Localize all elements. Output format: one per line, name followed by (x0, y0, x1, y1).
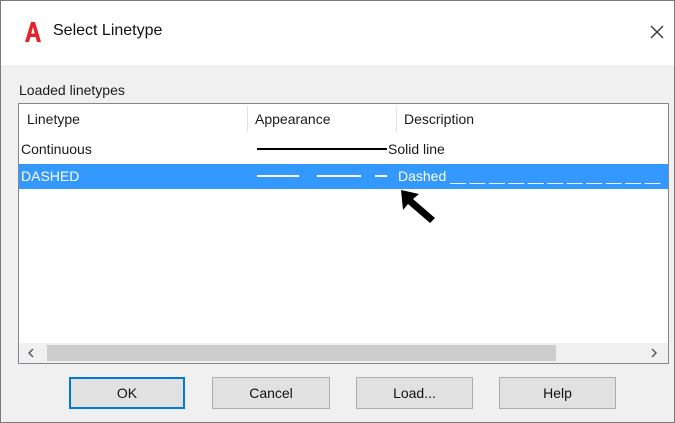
column-header-appearance[interactable]: Appearance (255, 104, 395, 134)
linetype-list[interactable]: Linetype Appearance Description Continuo… (18, 103, 669, 364)
appearance-solid-line (257, 148, 387, 150)
loaded-linetypes-label: Loaded linetypes (19, 82, 125, 98)
column-divider[interactable] (247, 106, 248, 132)
scrollbar-thumb[interactable] (47, 345, 556, 361)
appearance-dashed-line (257, 175, 387, 177)
linetype-description: Solid line (388, 141, 445, 157)
chevron-right-icon (651, 348, 657, 358)
help-button[interactable]: Help (499, 377, 616, 409)
cancel-button[interactable]: Cancel (212, 377, 330, 409)
chevron-left-icon (28, 348, 34, 358)
close-button[interactable] (641, 15, 673, 49)
linetype-name: DASHED (21, 168, 80, 184)
linetype-description: Dashed __ __ __ __ __ __ __ __ __ __ __ (398, 168, 661, 184)
scroll-right-button[interactable] (644, 343, 664, 363)
column-header-description[interactable]: Description (404, 104, 664, 134)
ok-button[interactable]: OK (69, 377, 185, 409)
linetype-row-continuous[interactable]: Continuous Solid line (19, 137, 668, 162)
arrow-pointer-icon (401, 190, 435, 223)
autocad-logo-icon (25, 22, 41, 42)
linetype-name: Continuous (21, 141, 92, 157)
horizontal-scrollbar[interactable] (19, 343, 668, 363)
close-icon (650, 25, 664, 39)
linetype-row-dashed[interactable]: DASHED Dashed __ __ __ __ __ __ __ __ __… (19, 164, 668, 189)
select-linetype-dialog: Select Linetype Loaded linetypes Linetyp… (0, 0, 675, 423)
title-bar[interactable]: Select Linetype (1, 1, 674, 65)
column-header-linetype[interactable]: Linetype (27, 104, 247, 134)
load-button[interactable]: Load... (356, 377, 473, 409)
dialog-title: Select Linetype (53, 22, 163, 39)
scroll-left-button[interactable] (21, 343, 41, 363)
column-divider[interactable] (396, 106, 397, 132)
